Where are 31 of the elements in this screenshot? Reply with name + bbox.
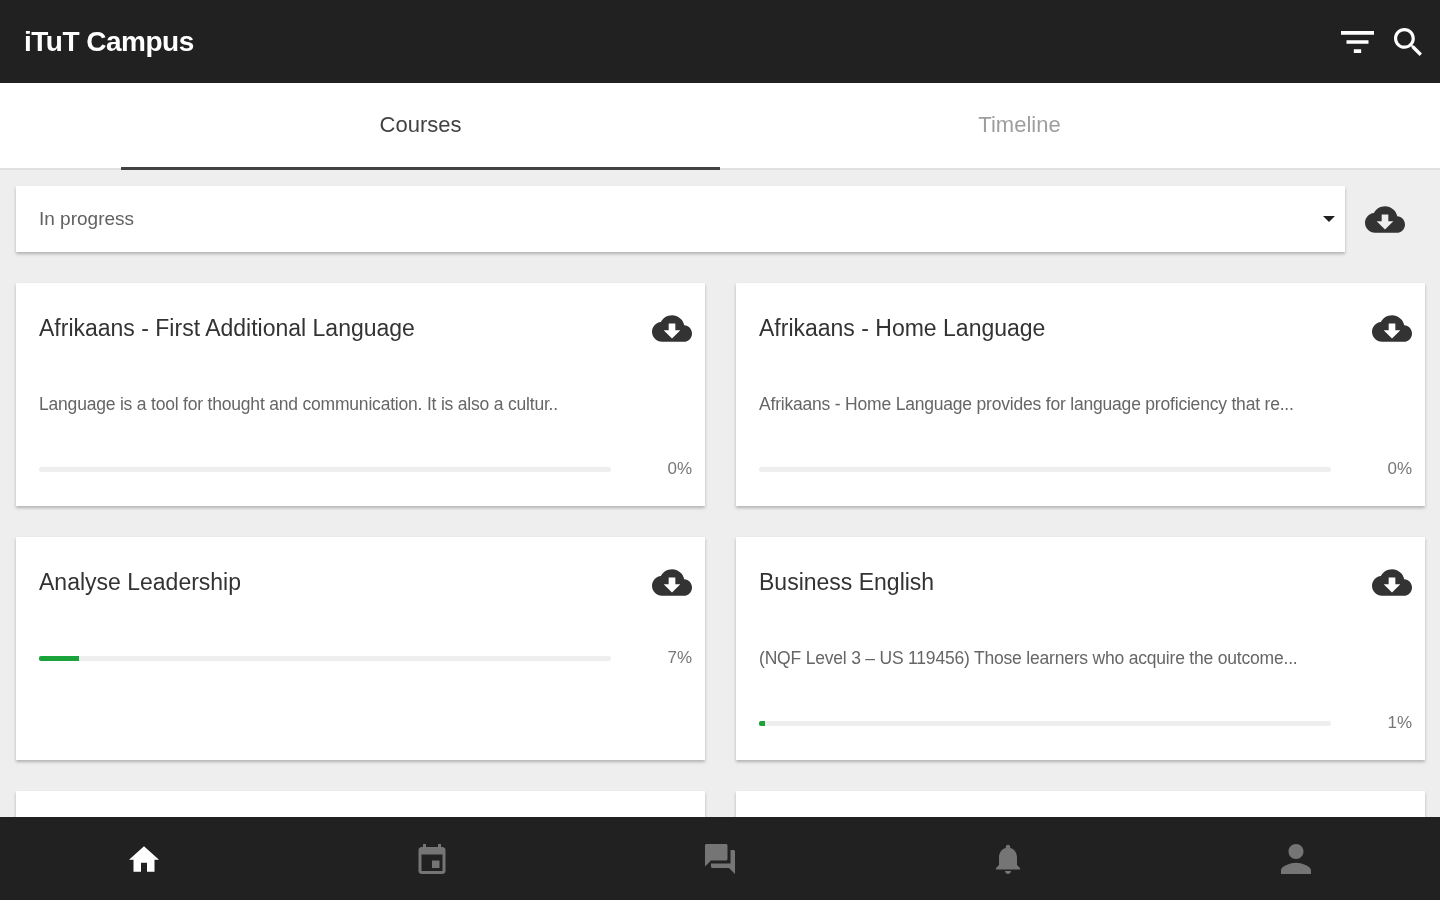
course-description: (NQF Level 3 – US 119456) Those learners who acquire the outcome... — [759, 648, 1299, 668]
app-title: iTuT Campus — [24, 25, 194, 58]
download-icon[interactable] — [1372, 568, 1412, 596]
download-icon[interactable] — [652, 314, 692, 342]
download-icon[interactable] — [1365, 205, 1405, 233]
tab[interactable]: Courses — [121, 83, 720, 170]
course-title: Business English — [759, 568, 935, 596]
progress-percent: 7% — [667, 648, 692, 668]
course-description: Language is a tool for thought and communication. It is also a cultur.. — [39, 394, 559, 414]
course-card[interactable]: Afrikaans - Home Language Afrikaans - Home Language provides for language proficiency that re... 0% — [736, 283, 1425, 506]
course-title: Analyse Leadership — [39, 568, 242, 596]
progress-percent: 0% — [667, 459, 692, 479]
download-icon[interactable] — [1372, 314, 1412, 342]
dropdown-value: In progress — [39, 208, 135, 230]
course-title: Afrikaans - Home Language — [759, 314, 1046, 342]
person-icon[interactable] — [1281, 843, 1311, 874]
download-icon[interactable] — [652, 568, 692, 596]
course-card[interactable]: Afrikaans - First Additional Language Language is a tool for thought and communication. It is also a cultur.. 0% — [16, 283, 705, 506]
course-title: Afrikaans - First Additional Language — [39, 314, 415, 342]
calendar-icon[interactable] — [417, 843, 447, 874]
caret-icon — [1323, 216, 1335, 222]
status-dropdown[interactable]: In progress — [16, 186, 1345, 252]
filter-icon[interactable] — [1341, 30, 1374, 53]
chat-icon[interactable] — [705, 843, 735, 874]
course-card[interactable]: Business English (NQF Level 3 – US 119456) Those learners who acquire the outcome... 1% — [736, 537, 1425, 760]
course-description: Afrikaans - Home Language provides for language proficiency that re... — [759, 394, 1295, 414]
course-card[interactable]: Analyse Leadership 7% — [16, 537, 705, 760]
search-icon[interactable] — [1394, 27, 1422, 56]
bell-icon[interactable] — [993, 843, 1023, 874]
progress-percent: 1% — [1387, 713, 1412, 733]
progress-percent: 0% — [1387, 459, 1412, 479]
